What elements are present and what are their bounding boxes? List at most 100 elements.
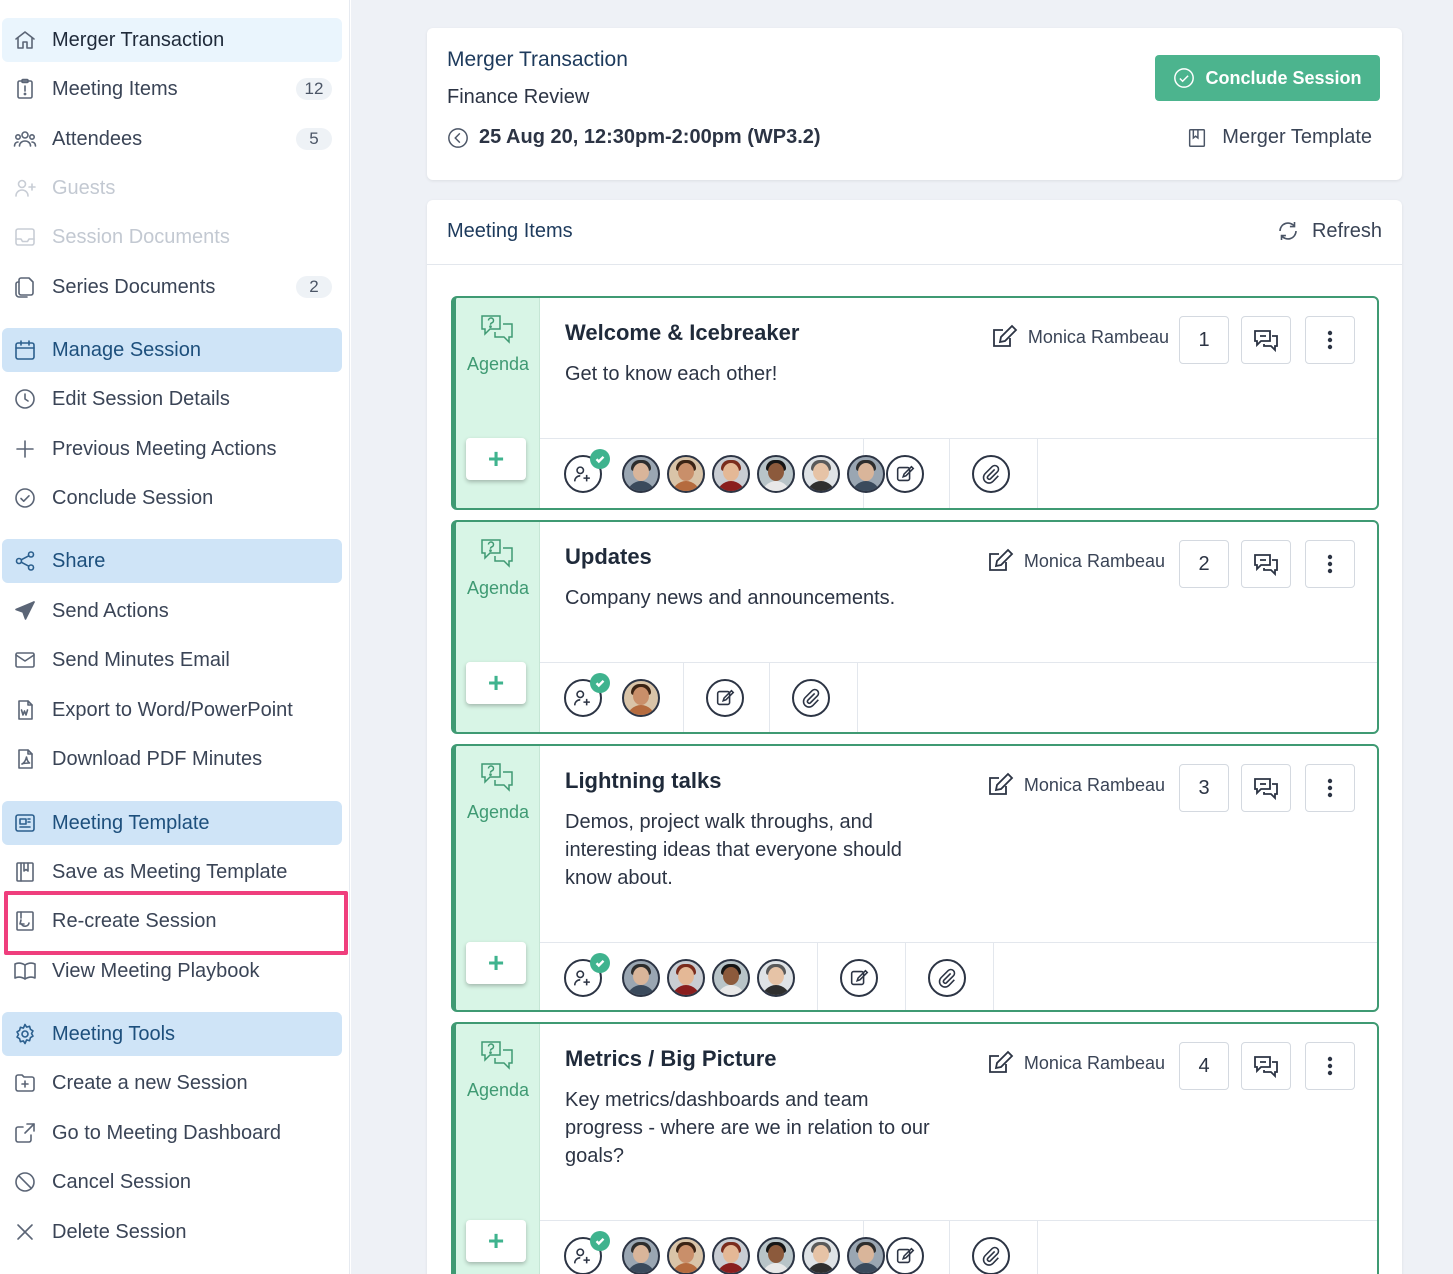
- book-icon: [1189, 128, 1206, 147]
- discussion-button[interactable]: [1241, 1042, 1291, 1090]
- back-arrow-icon[interactable]: [447, 127, 469, 149]
- merger-template-link[interactable]: Merger Template: [1186, 126, 1372, 149]
- item-owner[interactable]: Monica Rambeau: [990, 324, 1169, 350]
- sidebar-item-cancel-session[interactable]: Cancel Session: [2, 1160, 342, 1204]
- more-vertical-icon: [1316, 775, 1344, 801]
- main-content: Merger Transaction Finance Review 25 Aug…: [351, 0, 1453, 1274]
- book-icon: [12, 859, 38, 885]
- refresh-button[interactable]: Refresh: [1276, 219, 1382, 243]
- attendee-avatar[interactable]: [712, 455, 750, 493]
- item-type-panel: Agenda +: [456, 298, 540, 508]
- clock-icon: [12, 386, 38, 412]
- discussion-button[interactable]: [1241, 540, 1291, 588]
- item-number-button[interactable]: 4: [1179, 1042, 1229, 1090]
- sidebar-item-view-meeting-playbook[interactable]: View Meeting Playbook: [2, 949, 342, 993]
- attendee-avatar[interactable]: [622, 959, 660, 997]
- sidebar-item-send-actions[interactable]: Send Actions: [2, 589, 342, 633]
- sidebar-item-delete-session[interactable]: Delete Session: [2, 1210, 342, 1254]
- sidebar-item-series-documents[interactable]: Series Documents 2: [2, 265, 342, 309]
- attachments-segment: [770, 663, 858, 732]
- attendee-avatar[interactable]: [757, 1237, 795, 1274]
- item-title[interactable]: Updates: [565, 544, 652, 570]
- attendee-avatar[interactable]: [667, 455, 705, 493]
- meeting-item-card[interactable]: Agenda + Updates Company news and announcem…: [451, 520, 1379, 734]
- more-options-button[interactable]: [1305, 764, 1355, 812]
- notes-button[interactable]: [706, 679, 744, 717]
- attendee-avatar[interactable]: [712, 1237, 750, 1274]
- add-attendee-button[interactable]: [564, 673, 610, 717]
- sidebar-item-go-to-meeting-dashboard[interactable]: Go to Meeting Dashboard: [2, 1111, 342, 1155]
- attachment-button[interactable]: [972, 455, 1010, 493]
- item-number-button[interactable]: 2: [1179, 540, 1229, 588]
- check-circle-icon: [12, 485, 38, 511]
- sidebar-item-meeting-template[interactable]: Meeting Template: [2, 801, 342, 845]
- attendee-avatar[interactable]: [712, 959, 750, 997]
- sidebar-item-download-pdf-minutes[interactable]: Download PDF Minutes: [2, 737, 342, 781]
- attendee-avatar[interactable]: [622, 679, 660, 717]
- notes-segment: [684, 663, 770, 732]
- meeting-item-card[interactable]: Agenda + Metrics / Big Picture Key metrics/…: [451, 1022, 1379, 1274]
- session-datetime: 25 Aug 20, 12:30pm-2:00pm (WP3.2): [447, 126, 821, 149]
- meeting-item-card[interactable]: Agenda + Lightning talks Demos, project wal…: [451, 744, 1379, 1012]
- meeting-item-card[interactable]: Agenda + Welcome & Icebreaker Get to know e…: [451, 296, 1379, 510]
- sidebar-item-previous-meeting-actions[interactable]: Previous Meeting Actions: [2, 427, 342, 471]
- item-type-panel: Agenda +: [456, 1024, 540, 1274]
- external-link-icon: [12, 1120, 38, 1146]
- sidebar-item-edit-session-details[interactable]: Edit Session Details: [2, 377, 342, 421]
- notes-button[interactable]: [840, 959, 878, 997]
- item-number-button[interactable]: 1: [1179, 316, 1229, 364]
- add-sub-item-button[interactable]: +: [466, 1220, 526, 1262]
- sidebar-item-attendees[interactable]: Attendees 5: [2, 117, 342, 161]
- sidebar-item-session-documents[interactable]: Session Documents: [2, 215, 342, 259]
- item-number-button[interactable]: 3: [1179, 764, 1229, 812]
- attendee-avatar[interactable]: [622, 455, 660, 493]
- add-sub-item-button[interactable]: +: [466, 438, 526, 480]
- attendee-avatar[interactable]: [802, 1237, 840, 1274]
- more-options-button[interactable]: [1305, 1042, 1355, 1090]
- sidebar-item-save-as-meeting-template[interactable]: Save as Meeting Template: [2, 850, 342, 894]
- conclude-session-button[interactable]: Conclude Session: [1155, 55, 1380, 101]
- attachment-button[interactable]: [928, 959, 966, 997]
- sidebar-item-export-to-word-powerpoint[interactable]: Export to Word/PowerPoint: [2, 688, 342, 732]
- refresh-icon: [1279, 222, 1297, 240]
- more-options-button[interactable]: [1305, 316, 1355, 364]
- discussion-button[interactable]: [1241, 316, 1291, 364]
- sidebar-item-conclude-session[interactable]: Conclude Session: [2, 476, 342, 520]
- item-owner[interactable]: Monica Rambeau: [986, 1050, 1165, 1076]
- clipboard-icon: [12, 76, 38, 102]
- attendee-avatar[interactable]: [757, 455, 795, 493]
- sidebar-item-meeting-tools[interactable]: Meeting Tools: [2, 1012, 342, 1056]
- attendee-avatar[interactable]: [667, 1237, 705, 1274]
- discussion-button[interactable]: [1241, 764, 1291, 812]
- attachment-button[interactable]: [792, 679, 830, 717]
- sidebar-item-send-minutes-email[interactable]: Send Minutes Email: [2, 638, 342, 682]
- sidebar-item-guests[interactable]: Guests: [2, 166, 342, 210]
- sidebar-item-label: Series Documents: [52, 275, 216, 298]
- attendee-avatar[interactable]: [622, 1237, 660, 1274]
- add-attendee-button[interactable]: [564, 1231, 610, 1274]
- sidebar-item-merger-transaction[interactable]: Merger Transaction: [2, 18, 342, 62]
- item-title[interactable]: Lightning talks: [565, 768, 721, 794]
- notes-button[interactable]: [886, 455, 924, 493]
- add-attendee-button[interactable]: [564, 953, 610, 997]
- add-sub-item-button[interactable]: +: [466, 942, 526, 984]
- item-owner[interactable]: Monica Rambeau: [986, 772, 1165, 798]
- sidebar-item-create-a-new-session[interactable]: Create a new Session: [2, 1061, 342, 1105]
- attendee-avatar[interactable]: [757, 959, 795, 997]
- more-options-button[interactable]: [1305, 540, 1355, 588]
- attachment-button[interactable]: [972, 1237, 1010, 1274]
- add-sub-item-button[interactable]: +: [466, 662, 526, 704]
- add-attendee-button[interactable]: [564, 449, 610, 493]
- sidebar-item-meeting-items[interactable]: Meeting Items 12: [2, 67, 342, 111]
- item-title[interactable]: Metrics / Big Picture: [565, 1046, 777, 1072]
- new-session-icon: [12, 1070, 38, 1096]
- attendee-avatar[interactable]: [802, 455, 840, 493]
- session-title[interactable]: Merger Transaction: [447, 48, 628, 72]
- sidebar-item-re-create-session[interactable]: Re-create Session: [2, 899, 342, 943]
- sidebar-item-manage-session[interactable]: Manage Session: [2, 328, 342, 372]
- item-title[interactable]: Welcome & Icebreaker: [565, 320, 799, 346]
- item-owner[interactable]: Monica Rambeau: [986, 548, 1165, 574]
- sidebar-item-share[interactable]: Share: [2, 539, 342, 583]
- notes-button[interactable]: [886, 1237, 924, 1274]
- attendee-avatar[interactable]: [667, 959, 705, 997]
